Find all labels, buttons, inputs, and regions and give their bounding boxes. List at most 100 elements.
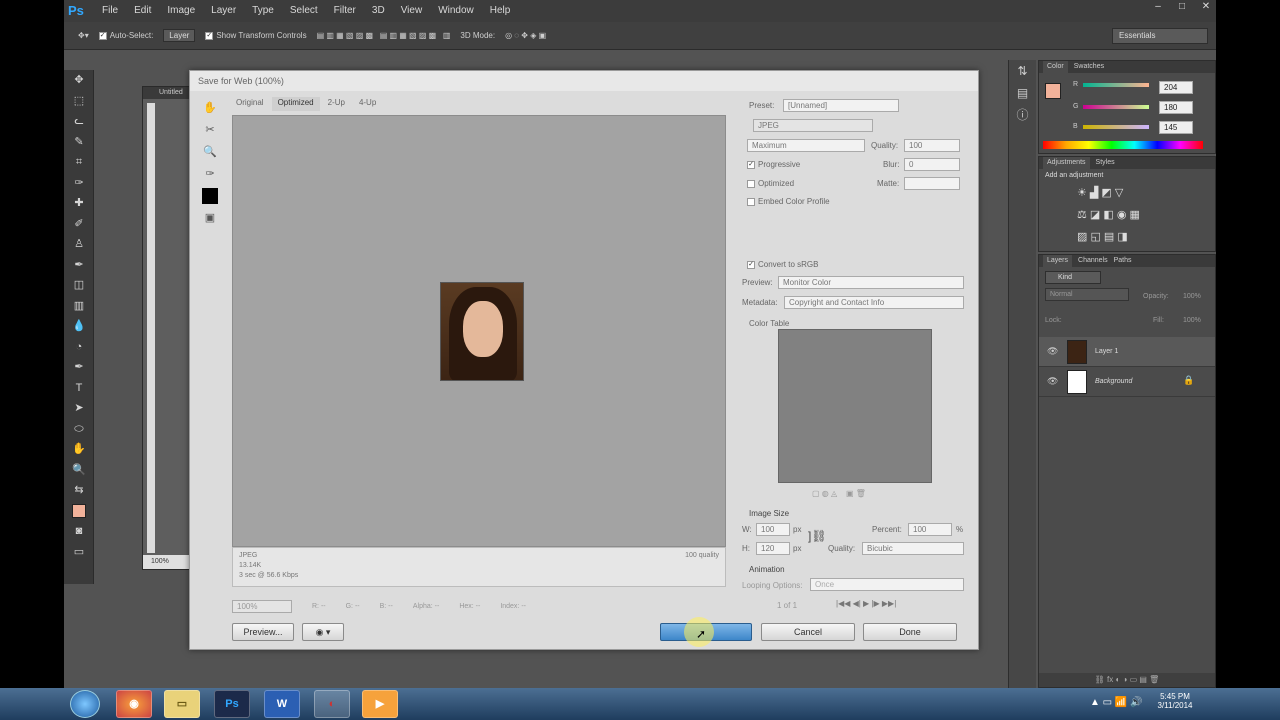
opacity-value[interactable]: 100%: [1183, 293, 1201, 300]
visibility-eye-icon[interactable]: 👁: [1047, 346, 1058, 357]
menu-view[interactable]: View: [393, 0, 431, 22]
menu-image[interactable]: Image: [159, 0, 203, 22]
progressive-checkbox[interactable]: ✓ Progressive: [747, 160, 800, 169]
spectrum-bar[interactable]: [1043, 141, 1203, 149]
optimized-checkbox[interactable]: Optimized: [747, 179, 794, 188]
shape-tool-icon[interactable]: ⬭: [64, 419, 94, 440]
menu-type[interactable]: Type: [244, 0, 282, 22]
b-slider[interactable]: [1083, 125, 1149, 129]
resample-dropdown[interactable]: Bicubic: [862, 542, 964, 555]
taskbar-photoshop-icon[interactable]: Ps: [214, 690, 250, 718]
percent-field[interactable]: 100: [908, 523, 952, 536]
embed-profile-checkbox[interactable]: Embed Color Profile: [747, 197, 830, 206]
menu-edit[interactable]: Edit: [126, 0, 159, 22]
tab-layers[interactable]: Layers: [1043, 255, 1073, 267]
taskbar-folder-icon[interactable]: ▭: [164, 690, 200, 718]
tab-swatches[interactable]: Swatches: [1074, 61, 1104, 73]
marquee-tool-icon[interactable]: ⬚: [64, 91, 94, 112]
browser-select-button[interactable]: ◉ ▾: [302, 623, 344, 641]
menu-layer[interactable]: Layer: [203, 0, 244, 22]
g-slider[interactable]: [1083, 105, 1149, 109]
menu-filter[interactable]: Filter: [326, 0, 364, 22]
quick-mask-icon[interactable]: ◙: [64, 521, 94, 542]
taskbar-word-icon[interactable]: W: [264, 690, 300, 718]
layer-kind-filter[interactable]: Kind: [1045, 271, 1101, 284]
compression-dropdown[interactable]: Maximum: [747, 139, 865, 152]
link-icon[interactable]: ]⛓: [808, 529, 827, 543]
hand-tool-icon[interactable]: ✋: [64, 439, 94, 460]
stamp-tool-icon[interactable]: ♙: [64, 234, 94, 255]
3d-mode-icons[interactable]: ◎ ◌ ✥ ◈ ▣: [505, 31, 546, 40]
layer-row-background[interactable]: 👁 Background 🔒: [1039, 367, 1215, 397]
foreground-swatch[interactable]: [1045, 83, 1061, 99]
close-button[interactable]: ✕: [1196, 0, 1216, 14]
menu-help[interactable]: Help: [482, 0, 519, 22]
matte-dropdown[interactable]: [904, 177, 960, 190]
tab-styles[interactable]: Styles: [1096, 157, 1115, 169]
move-tool-icon[interactable]: ✥▾: [78, 31, 89, 40]
tab-2-up[interactable]: 2-Up: [322, 97, 351, 111]
history-icon[interactable]: ⇅: [1009, 60, 1036, 82]
taskbar-player-icon[interactable]: ▶: [362, 690, 398, 718]
pen-tool-icon[interactable]: ✒: [64, 357, 94, 378]
r-slider[interactable]: [1083, 83, 1149, 87]
dodge-tool-icon[interactable]: ◔: [64, 337, 94, 358]
preset-dropdown[interactable]: [Unnamed]: [783, 99, 899, 112]
workspace-switcher[interactable]: Essentials: [1112, 28, 1208, 44]
menu-file[interactable]: File: [94, 0, 126, 22]
tab-channels[interactable]: Channels: [1078, 255, 1108, 267]
menu-window[interactable]: Window: [430, 0, 482, 22]
clock[interactable]: 5:45 PM 3/11/2014: [1150, 692, 1200, 710]
cancel-button[interactable]: Cancel: [761, 623, 855, 641]
blend-mode-dropdown[interactable]: Normal: [1045, 288, 1129, 301]
taskbar-browser-icon[interactable]: ◉: [116, 690, 152, 718]
eyedropper-color-swatch[interactable]: [198, 185, 222, 207]
slice-select-icon[interactable]: ✂: [198, 119, 222, 141]
fill-value[interactable]: 100%: [1183, 317, 1201, 324]
zoom-tool-icon[interactable]: 🔍: [64, 460, 94, 481]
swap-colors-icon[interactable]: ⇆: [64, 480, 94, 501]
tab-color[interactable]: Color: [1043, 61, 1068, 73]
preview-canvas[interactable]: [232, 115, 726, 547]
tab-paths[interactable]: Paths: [1114, 255, 1132, 267]
menu-3d[interactable]: 3D: [364, 0, 393, 22]
healing-tool-icon[interactable]: ✚: [64, 193, 94, 214]
color-table-icons[interactable]: ▢ ◍ ◬ ▣ 🗑: [812, 489, 866, 498]
format-dropdown[interactable]: JPEG: [753, 119, 873, 132]
done-button[interactable]: Done: [863, 623, 957, 641]
move-tool-icon[interactable]: ✥: [64, 70, 94, 91]
adjustment-icons[interactable]: ☀ ▟ ◩ ▽ ⚖ ◪ ◧ ◉ ▦ ▨ ◱ ▤ ◨: [1039, 182, 1215, 248]
info-icon[interactable]: ⓘ: [1009, 104, 1036, 126]
layers-footer-icons[interactable]: ⛓ fx ◐ ◑ ▭ ▤ 🗑: [1039, 673, 1215, 687]
type-tool-icon[interactable]: T: [64, 378, 94, 399]
crop-tool-icon[interactable]: ⌗: [64, 152, 94, 173]
height-field[interactable]: 120: [756, 542, 790, 555]
document-zoom[interactable]: 100%: [143, 555, 191, 569]
tab-optimized[interactable]: Optimized: [271, 97, 320, 111]
taskbar-media-icon[interactable]: ◐: [314, 690, 350, 718]
layer-name[interactable]: Layer 1: [1095, 348, 1118, 355]
tab-4-up[interactable]: 4-Up: [353, 97, 382, 111]
layer-row-1[interactable]: 👁 Layer 1: [1039, 337, 1215, 367]
eyedropper-tool-icon[interactable]: ✑: [64, 173, 94, 194]
history-brush-icon[interactable]: ✒: [64, 255, 94, 276]
eraser-tool-icon[interactable]: ◫: [64, 275, 94, 296]
gradient-tool-icon[interactable]: ▥: [64, 296, 94, 317]
layer-name[interactable]: Background: [1095, 378, 1132, 385]
path-select-icon[interactable]: ➤: [64, 398, 94, 419]
r-value[interactable]: 204: [1159, 81, 1193, 94]
tab-adjustments[interactable]: Adjustments: [1043, 157, 1090, 169]
metadata-dropdown[interactable]: Copyright and Contact Info: [784, 296, 964, 309]
show-transform-checkbox[interactable]: ✓ Show Transform Controls: [205, 31, 307, 40]
preview-button[interactable]: Preview...: [232, 623, 294, 641]
start-button[interactable]: [70, 690, 100, 718]
menu-select[interactable]: Select: [282, 0, 326, 22]
quick-select-tool-icon[interactable]: ✎: [64, 132, 94, 153]
quality-field[interactable]: 100: [904, 139, 960, 152]
g-value[interactable]: 180: [1159, 101, 1193, 114]
layer-dropdown[interactable]: Layer: [163, 29, 196, 42]
convert-srgb-checkbox[interactable]: ✓ Convert to sRGB: [747, 260, 818, 269]
hand-tool-icon[interactable]: ✋: [198, 97, 222, 119]
preview-mode-dropdown[interactable]: Monitor Color: [778, 276, 964, 289]
eyedropper-icon[interactable]: ✑: [198, 163, 222, 185]
